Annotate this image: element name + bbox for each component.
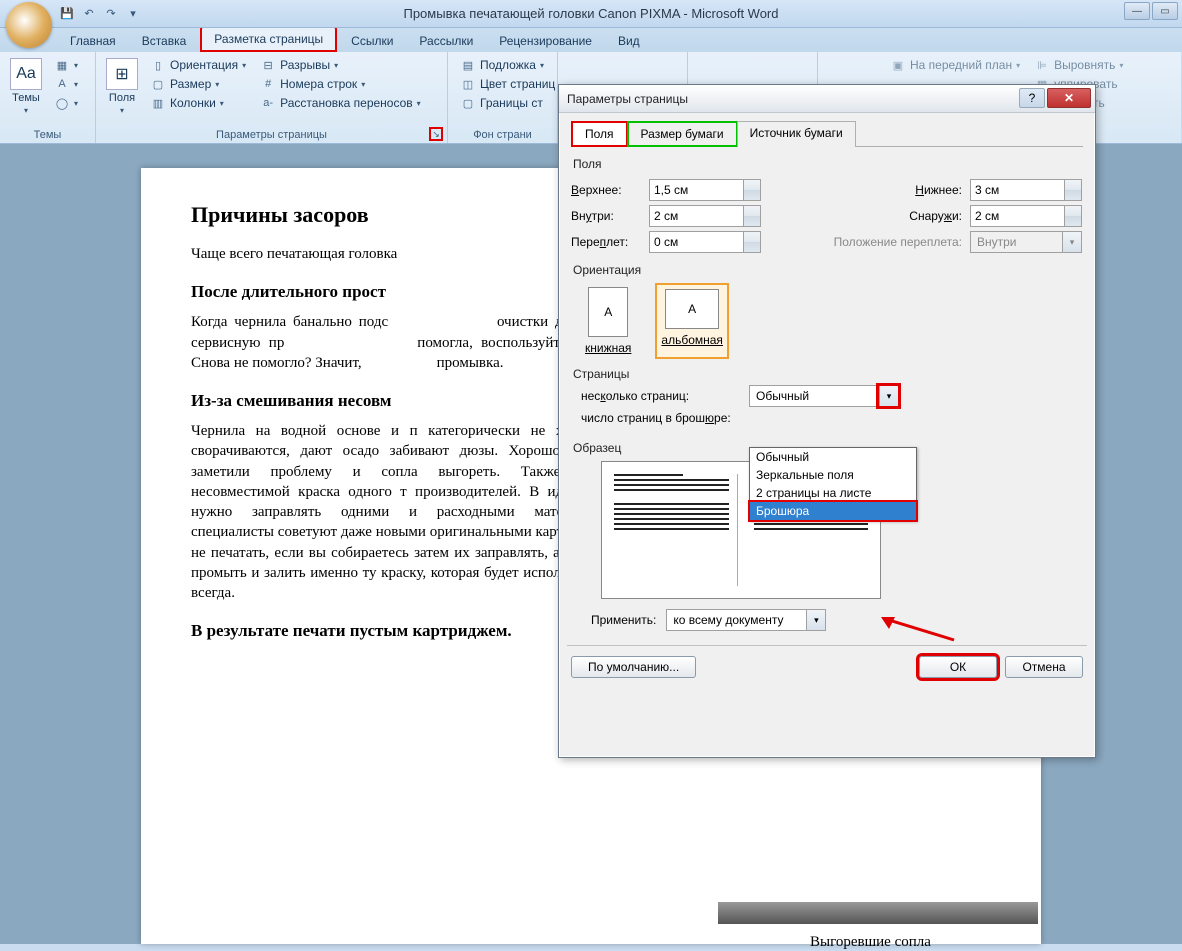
- portrait-icon: A: [588, 287, 628, 337]
- themes-button[interactable]: Aa Темы ▾: [8, 56, 44, 127]
- sheets-label: число страниц в брошюре:: [581, 411, 741, 425]
- inside-label: Внутри:: [571, 209, 641, 223]
- group-page-setup-label: Параметры страницы: [104, 129, 439, 141]
- top-margin-input[interactable]: 1,5 см: [649, 179, 761, 201]
- theme-colors[interactable]: ▦▾: [50, 56, 82, 74]
- save-icon[interactable]: 💾: [58, 5, 76, 23]
- dialog-title: Параметры страницы: [567, 92, 688, 106]
- watermark-button[interactable]: ▤Подложка▾: [456, 56, 559, 74]
- dialog-titlebar[interactable]: Параметры страницы ? ✕: [559, 85, 1095, 113]
- ribbon-tabs: Главная Вставка Разметка страницы Ссылки…: [0, 28, 1182, 52]
- landscape-icon: A: [665, 289, 719, 329]
- bring-front-button[interactable]: ▣На передний план▾: [886, 56, 1024, 74]
- tab-review[interactable]: Рецензирование: [487, 30, 604, 52]
- group-page-bg-label: Фон страни: [456, 129, 549, 141]
- theme-fonts[interactable]: A▾: [50, 75, 82, 93]
- gutter-pos-label: Положение переплета:: [832, 235, 962, 249]
- dialog-help-button[interactable]: ?: [1019, 88, 1045, 108]
- gutter-input[interactable]: 0 см: [649, 231, 761, 253]
- multi-pages-label: несколько страниц:: [581, 389, 741, 403]
- cancel-button[interactable]: Отмена: [1005, 656, 1083, 678]
- page-setup-dialog: Параметры страницы ? ✕ Поля Размер бумаг…: [558, 84, 1096, 758]
- margins-section-label: Поля: [573, 157, 1083, 171]
- gutter-pos-combo: Внутри: [970, 231, 1082, 253]
- dropdown-item-mirror[interactable]: Зеркальные поля: [750, 466, 916, 484]
- bottom-label: Нижнее:: [832, 183, 962, 197]
- columns-button[interactable]: ▥Колонки▾: [146, 94, 250, 112]
- minimize-button[interactable]: —: [1124, 2, 1150, 20]
- tab-view[interactable]: Вид: [606, 30, 652, 52]
- maximize-button[interactable]: ▭: [1152, 2, 1178, 20]
- office-button[interactable]: [6, 2, 52, 48]
- dialog-tab-source[interactable]: Источник бумаги: [737, 121, 856, 147]
- tab-insert[interactable]: Вставка: [130, 30, 199, 52]
- theme-effects[interactable]: ◯▾: [50, 94, 82, 112]
- multi-pages-dropdown: Обычный Зеркальные поля 2 страницы на ли…: [749, 447, 917, 521]
- margins-icon: ⊞: [106, 58, 138, 90]
- image-caption: Выгоревшие сопла: [810, 934, 931, 951]
- dialog-tab-margins[interactable]: Поля: [571, 121, 628, 147]
- inside-margin-input[interactable]: 2 см: [649, 205, 761, 227]
- doc-p2: Когда чернила банально подс очистки дюз …: [191, 312, 621, 373]
- themes-icon: Aa: [10, 58, 42, 90]
- doc-h1: Причины засоров: [191, 202, 621, 228]
- quick-access-toolbar: 💾 ↶ ↷ ▾: [58, 5, 142, 23]
- outside-label: Снаружи:: [832, 209, 962, 223]
- top-label: Верхнее:: [571, 183, 641, 197]
- breaks-button[interactable]: ⊟Разрывы▾: [256, 56, 425, 74]
- page-borders-button[interactable]: ▢Границы ст: [456, 94, 559, 112]
- tab-references[interactable]: Ссылки: [339, 30, 405, 52]
- tab-page-layout[interactable]: Разметка страницы: [200, 26, 337, 52]
- doc-h3: Из-за смешивания несовм: [191, 391, 621, 411]
- orientation-section-label: Ориентация: [573, 263, 1083, 277]
- dialog-tabs: Поля Размер бумаги Источник бумаги: [571, 121, 1083, 147]
- default-button[interactable]: По умолчанию...: [571, 656, 696, 678]
- tab-home[interactable]: Главная: [58, 30, 128, 52]
- dropdown-item-two-per[interactable]: 2 страницы на листе: [750, 484, 916, 502]
- ok-button[interactable]: ОК: [919, 656, 997, 678]
- group-themes-label: Темы: [8, 129, 87, 141]
- align-button[interactable]: ⊫Выровнять▾: [1030, 56, 1127, 74]
- gutter-label: Переплет:: [571, 235, 641, 249]
- titlebar: 💾 ↶ ↷ ▾ Промывка печатающей головки Cano…: [0, 0, 1182, 28]
- apply-combo[interactable]: ко всему документу: [666, 609, 826, 631]
- dialog-tab-paper[interactable]: Размер бумаги: [627, 121, 738, 147]
- size-button[interactable]: ▢Размер▾: [146, 75, 250, 93]
- window-controls: — ▭: [1124, 2, 1178, 20]
- hyphenation-button[interactable]: a-Расстановка переносов▾: [256, 94, 425, 112]
- doc-p3: Чернила на водной основе и п категоричес…: [191, 421, 621, 603]
- doc-h4: В результате печати пустым картриджем.: [191, 621, 621, 641]
- bottom-margin-input[interactable]: 3 см: [970, 179, 1082, 201]
- window-title: Промывка печатающей головки Canon PIXMA …: [0, 6, 1182, 21]
- doc-h2: После длительного прост: [191, 282, 621, 302]
- apply-label: Применить:: [591, 613, 656, 627]
- dialog-close-button[interactable]: ✕: [1047, 88, 1091, 108]
- margins-button[interactable]: ⊞ Поля ▾: [104, 56, 140, 127]
- page-color-button[interactable]: ◫Цвет страниц: [456, 75, 559, 93]
- multi-pages-combo[interactable]: Обычный: [749, 385, 899, 407]
- image-placeholder: [718, 902, 1038, 924]
- orientation-button[interactable]: ▯Ориентация▾: [146, 56, 250, 74]
- dropdown-item-normal[interactable]: Обычный: [750, 448, 916, 466]
- tab-mailings[interactable]: Рассылки: [407, 30, 485, 52]
- doc-p1: Чаще всего печатающая головка: [191, 244, 621, 264]
- page-setup-launcher[interactable]: ↘: [429, 127, 443, 141]
- outside-margin-input[interactable]: 2 см: [970, 205, 1082, 227]
- line-numbers-button[interactable]: #Номера строк▾: [256, 75, 425, 93]
- qat-dropdown-icon[interactable]: ▾: [124, 5, 142, 23]
- landscape-button[interactable]: A альбомная: [655, 283, 729, 359]
- undo-icon[interactable]: ↶: [80, 5, 98, 23]
- pages-section-label: Страницы: [573, 367, 1083, 381]
- dropdown-item-booklet[interactable]: Брошюра: [750, 502, 916, 520]
- redo-icon[interactable]: ↷: [102, 5, 120, 23]
- portrait-button[interactable]: A книжная: [581, 283, 635, 359]
